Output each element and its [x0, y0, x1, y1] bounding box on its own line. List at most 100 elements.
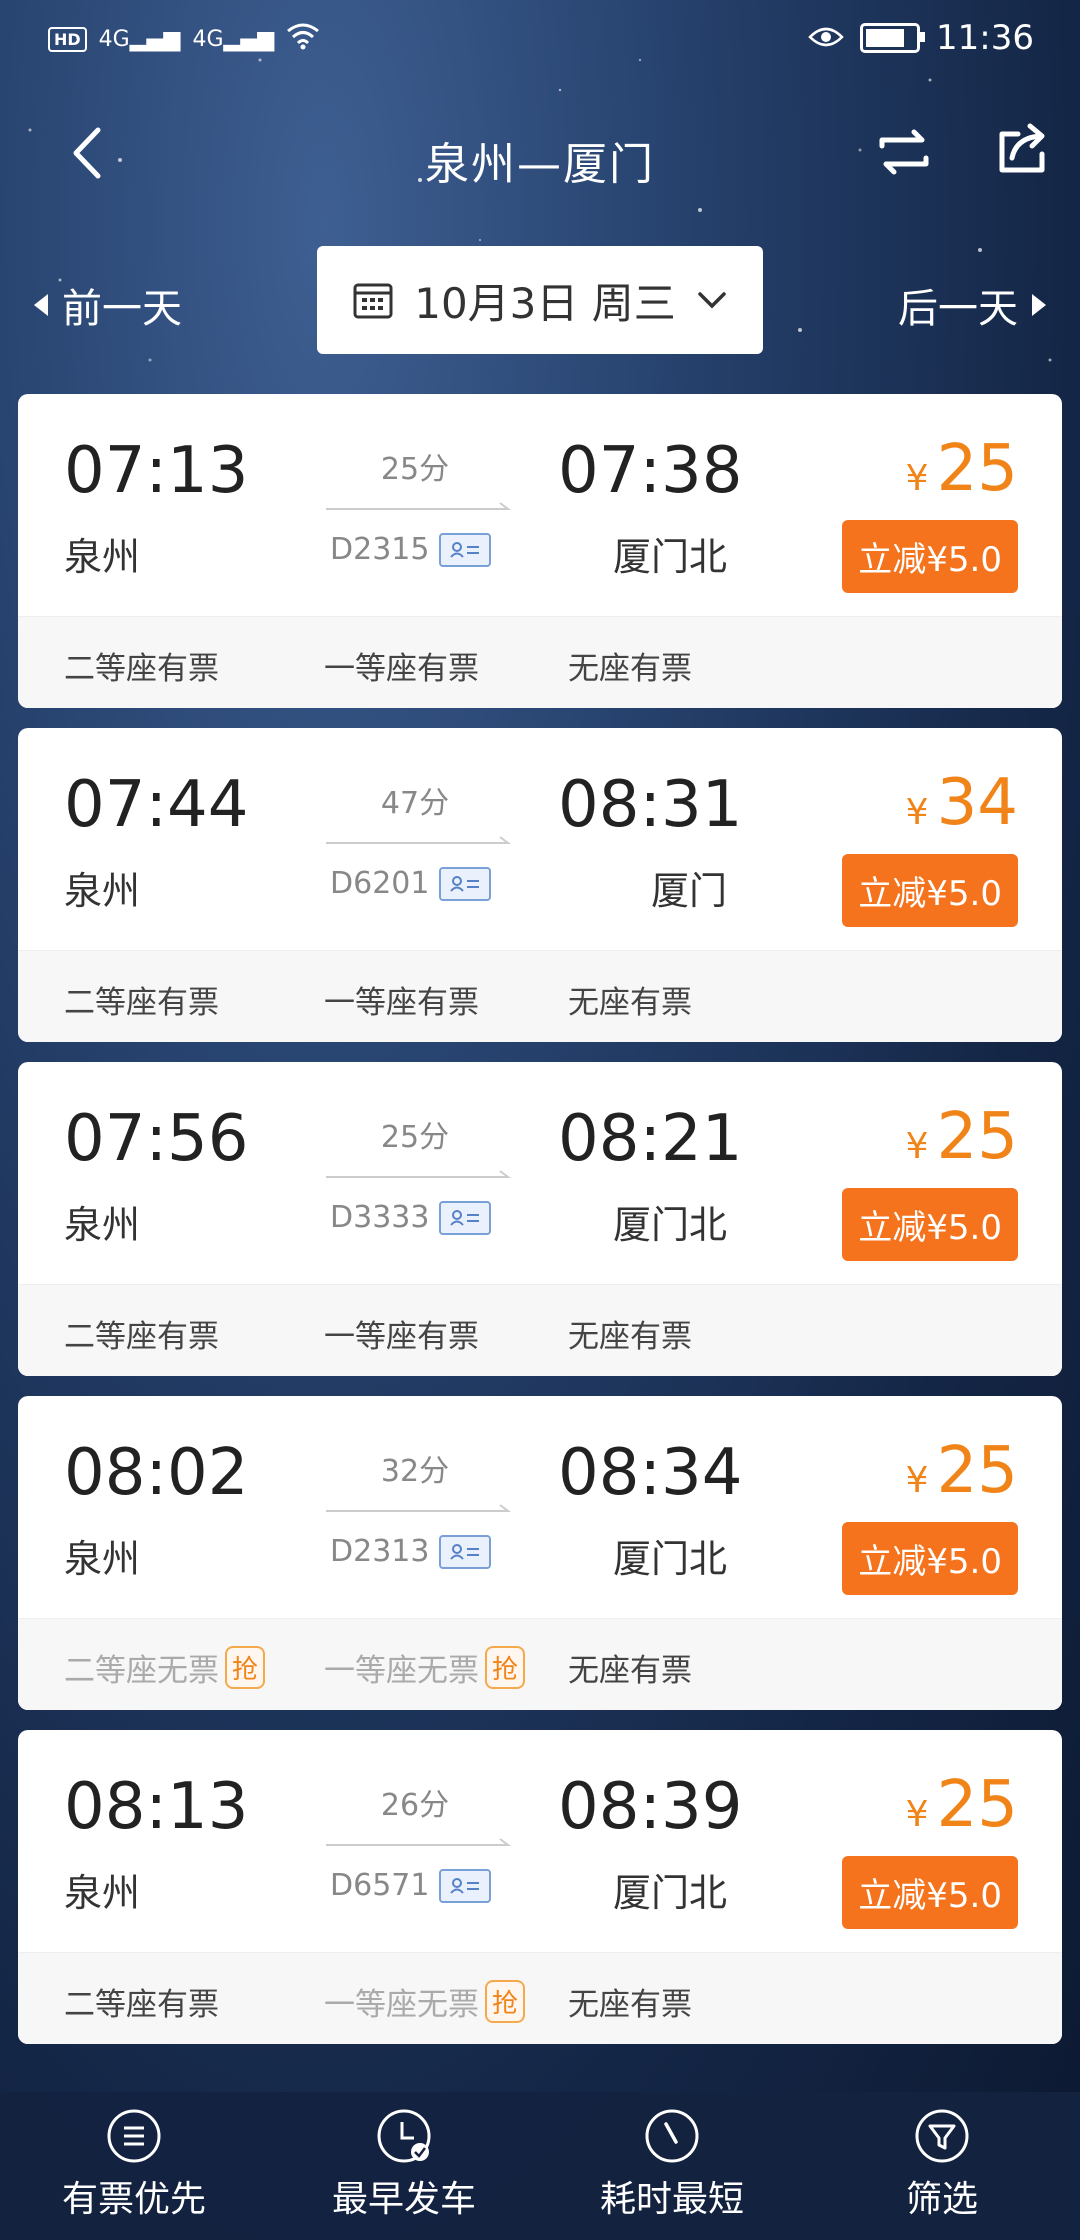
currency-symbol: ¥ [905, 458, 929, 499]
swap-icon [879, 129, 929, 175]
wifi-icon [286, 22, 320, 56]
departure-time: 08:02 [64, 1436, 249, 1510]
seat-status-text: 二等座有票 [64, 1987, 219, 2023]
train-number: D6201 [330, 866, 430, 901]
currency-symbol: ¥ [905, 1794, 929, 1835]
departure-station: 泉州 [64, 1871, 141, 1915]
train-number: D2315 [330, 532, 430, 567]
selected-date: 10月3日 周三 [414, 278, 676, 328]
train-number: D3333 [330, 1200, 430, 1235]
seat-status: 无座有票 [568, 977, 692, 1022]
route-arrow-icon [326, 1170, 511, 1178]
nav-shortest-duration[interactable]: 耗时最短 [572, 2092, 772, 2222]
nav-filter[interactable]: 筛选 [842, 2092, 1042, 2222]
departure-time: 08:13 [64, 1770, 249, 1844]
price-value: 25 [936, 1100, 1018, 1174]
eye-icon [808, 18, 844, 58]
seat-status: 无座有票 [568, 1645, 692, 1690]
id-card-icon [439, 532, 492, 567]
signal-icon-2: 4G▂▄▆ [192, 26, 275, 52]
route-arrow-icon [326, 502, 511, 510]
seat-status: 一等座无票抢 [324, 1979, 526, 2024]
train-number-group: D6201 [330, 866, 492, 901]
clock-check-icon [376, 2108, 432, 2164]
top-bar: 泉州—厦门 [0, 100, 1080, 210]
seat-status: 二等座无票抢 [64, 1645, 266, 1690]
duration: 25分 [380, 452, 450, 487]
duration: 47分 [380, 786, 450, 821]
share-button[interactable] [990, 118, 1054, 182]
train-summary: 08:13 泉州 26分 D6571 08:39 厦门北 ¥25 立减¥5.0 [18, 1730, 1062, 1952]
train-card[interactable]: 07:56 泉州 25分 D3333 08:21 厦门北 ¥25 立减¥5.0 … [18, 1062, 1062, 1376]
train-list: 07:13 泉州 25分 D2315 07:38 厦门北 ¥25 立减¥5.0 … [18, 394, 1062, 2064]
ticket-price: ¥25 [906, 1434, 1018, 1508]
prev-day-label: 前一天 [62, 286, 182, 332]
seat-status: 二等座有票 [64, 1979, 219, 2024]
nav-label: 最早发车 [331, 2179, 476, 2220]
seat-availability: 二等座有票 一等座无票抢 无座有票 [18, 1952, 1062, 2044]
duration: 26分 [380, 1788, 450, 1823]
grab-ticket-button[interactable]: 抢 [485, 1980, 526, 2023]
bottom-nav: 有票优先 最早发车 耗时最短 筛选 [0, 2092, 1080, 2240]
id-card-icon [439, 1534, 492, 1569]
discount-badge: 立减¥5.0 [842, 1856, 1018, 1929]
id-card-icon [439, 866, 492, 901]
battery-icon [860, 23, 926, 53]
seat-status: 一等座有票 [324, 1311, 479, 1356]
hd-badge: HD [48, 26, 87, 52]
chevron-down-icon [698, 292, 726, 309]
date-navigation: 前一天 10月3日 周三 后一天 [0, 246, 1080, 356]
seat-status-text: 无座有票 [568, 985, 692, 1021]
price-value: 25 [936, 1434, 1018, 1508]
next-day-button[interactable]: 后一天 [898, 276, 1046, 334]
share-icon [999, 123, 1045, 173]
train-card[interactable]: 08:02 泉州 32分 D2313 08:34 厦门北 ¥25 立减¥5.0 … [18, 1396, 1062, 1710]
filter-icon [914, 2108, 970, 2164]
nav-label: 耗时最短 [599, 2179, 744, 2220]
swap-route-button[interactable] [872, 120, 936, 184]
arrival-time: 08:31 [558, 768, 743, 842]
seat-status: 一等座有票 [324, 977, 479, 1022]
seat-status-text: 无座有票 [568, 1653, 692, 1689]
seat-status-text: 无座有票 [568, 1319, 692, 1355]
id-card-icon [439, 1868, 492, 1903]
currency-symbol: ¥ [905, 1460, 929, 1501]
seat-status: 无座有票 [568, 1979, 692, 2024]
seat-status-text: 一等座有票 [324, 1319, 479, 1355]
prev-day-button[interactable]: 前一天 [34, 276, 182, 334]
train-card[interactable]: 07:44 泉州 47分 D6201 08:31 厦门 ¥34 立减¥5.0 二… [18, 728, 1062, 1042]
nav-earliest-departure[interactable]: 最早发车 [304, 2092, 504, 2222]
seat-status: 无座有票 [568, 643, 692, 688]
departure-time: 07:13 [64, 434, 249, 508]
timer-icon [644, 2108, 700, 2164]
seat-status-text: 无座有票 [568, 651, 692, 687]
clock-time: 11:36 [936, 18, 1034, 58]
ticket-price: ¥25 [906, 1768, 1018, 1842]
nav-tickets-first[interactable]: 有票优先 [34, 2092, 234, 2222]
grab-ticket-button[interactable]: 抢 [485, 1646, 526, 1689]
grab-ticket-button[interactable]: 抢 [225, 1646, 266, 1689]
train-number-group: D6571 [330, 1868, 492, 1903]
price-value: 25 [936, 432, 1018, 506]
seat-status-text: 一等座无票 [324, 1653, 479, 1689]
price-value: 34 [936, 766, 1018, 840]
seat-status-text: 一等座有票 [324, 985, 479, 1021]
seat-availability: 二等座无票抢一等座无票抢无座有票 [18, 1618, 1062, 1710]
seat-status-text: 一等座无票 [324, 1987, 479, 2023]
calendar-icon [353, 283, 393, 319]
train-summary: 07:56 泉州 25分 D3333 08:21 厦门北 ¥25 立减¥5.0 [18, 1062, 1062, 1284]
train-card[interactable]: 07:13 泉州 25分 D2315 07:38 厦门北 ¥25 立减¥5.0 … [18, 394, 1062, 708]
discount-badge: 立减¥5.0 [842, 1188, 1018, 1261]
seat-availability: 二等座有票 一等座有票 无座有票 [18, 950, 1062, 1042]
ticket-price: ¥25 [906, 1100, 1018, 1174]
status-right: 11:36 [808, 18, 1034, 58]
route-arrow-icon [326, 1838, 511, 1846]
train-number: D6571 [330, 1868, 430, 1903]
train-card[interactable]: 08:13 泉州 26分 D6571 08:39 厦门北 ¥25 立减¥5.0 … [18, 1730, 1062, 2044]
date-picker[interactable]: 10月3日 周三 [317, 246, 763, 354]
seat-availability: 二等座有票 一等座有票 无座有票 [18, 1284, 1062, 1376]
network-label-1: 4G [98, 26, 130, 52]
triangle-left-icon [34, 294, 48, 316]
seat-status: 一等座有票 [324, 643, 479, 688]
train-number-group: D3333 [330, 1200, 492, 1235]
